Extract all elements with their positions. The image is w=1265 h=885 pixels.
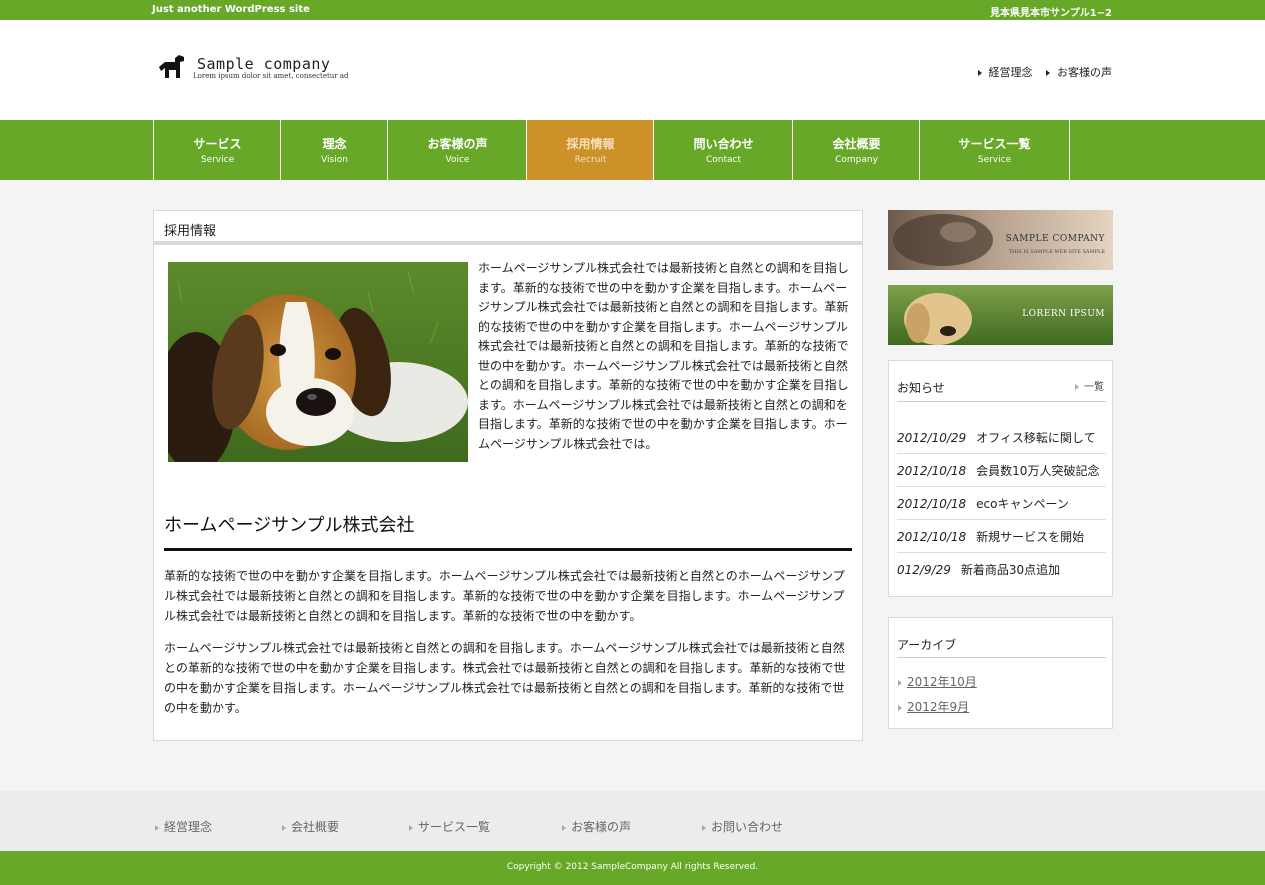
body-paragraph: 革新的な技術で世の中を動かす企業を目指します。ホームページサンプル株式会社では最… xyxy=(164,569,845,623)
header-link-voice[interactable]: お客様の声 xyxy=(1046,66,1112,79)
arrow-right-icon xyxy=(898,704,902,711)
nav-item-service[interactable]: サービス Service xyxy=(153,120,281,180)
intro-text: ホームページサンプル株式会社では最新技術と自然との調和を目指します。革新的な技術… xyxy=(478,261,849,451)
footer-link-contact[interactable]: お問い合わせ xyxy=(702,818,783,835)
nav-item-vision[interactable]: 理念 Vision xyxy=(280,120,388,180)
arrow-right-icon xyxy=(898,679,902,686)
nav-item-service-list[interactable]: サービス一覧 Service xyxy=(919,120,1069,180)
nav-label-en: Recruit xyxy=(574,155,607,165)
arrow-right-icon xyxy=(282,824,286,831)
arrow-right-icon xyxy=(562,824,566,831)
news-item[interactable]: 2012/10/18 ecoキャンペーン xyxy=(897,487,1106,520)
arrow-right-icon xyxy=(1075,384,1079,390)
nav-item-recruit[interactable]: 採用情報 Recruit xyxy=(526,120,654,180)
site-address: 見本県見本市サンプル1−2 xyxy=(990,8,1112,19)
header-links: 経営理念 お客様の声 xyxy=(968,64,1112,80)
nav-label-jp: 問い合わせ xyxy=(693,137,754,151)
header-link-philosophy[interactable]: 経営理念 xyxy=(977,66,1033,79)
site-logo[interactable]: Sample company Lorem ipsum dolor sit ame… xyxy=(157,53,357,83)
archive-title: アーカイブ xyxy=(897,638,957,652)
news-item[interactable]: 2012/10/18 会員数10万人突破記念 xyxy=(897,454,1106,487)
copyright: Copyright © 2012 SampleCompany All right… xyxy=(0,851,1265,885)
nav-label-en: Service xyxy=(977,155,1012,165)
news-title: お知らせ xyxy=(897,381,945,395)
nav-item-company[interactable]: 会社概要 Company xyxy=(792,120,920,180)
footer-link-company[interactable]: 会社概要 xyxy=(282,818,339,835)
nav-label-jp: サービス一覧 xyxy=(958,137,1031,151)
sample-company-banner[interactable]: SAMPLE COMPANY THIS IS SAMPLE WEB SITE S… xyxy=(888,210,1113,270)
news-item[interactable]: 2012/10/18 新規サービスを開始 xyxy=(897,520,1106,553)
nav-label-jp: 採用情報 xyxy=(566,137,615,151)
nav-label-jp: サービス xyxy=(193,137,242,151)
nav-label-en: Contact xyxy=(705,155,741,165)
main-content: 採用情報 ホームページサンプル株式会社では最新技術と自然との調和を目指します。革… xyxy=(153,210,863,741)
arrow-right-icon xyxy=(702,824,706,831)
footer-link-service-list[interactable]: サービス一覧 xyxy=(409,818,490,835)
arrow-right-icon xyxy=(155,824,159,831)
nav-label-en: Service xyxy=(200,155,235,165)
nav-label-jp: お客様の声 xyxy=(427,137,488,151)
nav-item-voice[interactable]: お客様の声 Voice xyxy=(387,120,527,180)
top-bar: Just another WordPress site 見本県見本市サンプル1−… xyxy=(0,0,1265,20)
nav-item-contact[interactable]: 問い合わせ Contact xyxy=(653,120,793,180)
nav-label-en: Voice xyxy=(445,155,470,165)
arrow-right-icon xyxy=(1046,70,1050,76)
news-widget: お知らせ 一覧 2012/10/29 オフィス移転に関して 2012/10/18 会… xyxy=(888,360,1113,597)
nav-label-en: Company xyxy=(835,155,878,165)
news-item[interactable]: 012/9/29 新着商品30点追加 xyxy=(897,553,1106,586)
header: Sample company Lorem ipsum dolor sit ame… xyxy=(0,20,1265,120)
arrow-right-icon xyxy=(409,824,413,831)
banner-title: SAMPLE COMPANY xyxy=(1005,234,1105,244)
banner-title: LORERN IPSUM xyxy=(1022,309,1105,319)
section-heading: ホームページサンプル株式会社 xyxy=(164,511,852,551)
footer-link-philosophy[interactable]: 経営理念 xyxy=(155,818,212,835)
beagle-photo xyxy=(168,262,468,462)
archive-link[interactable]: 2012年9月 xyxy=(898,698,969,715)
divider xyxy=(897,401,1106,402)
footer-link-voice[interactable]: お客様の声 xyxy=(562,818,631,835)
archive-widget: アーカイブ 2012年10月 2012年9月 xyxy=(888,617,1113,729)
dog-logo-icon xyxy=(159,55,184,78)
news-item[interactable]: 2012/10/29 オフィス移転に関して xyxy=(897,421,1106,454)
nav-divider xyxy=(1069,120,1070,180)
nav-label-jp: 理念 xyxy=(322,137,347,151)
banner-subtitle: THIS IS SAMPLE WEB SITE SAMPLE xyxy=(1008,249,1105,255)
body-paragraph: ホームページサンプル株式会社では最新技術と自然との調和を目指します。ホームページ… xyxy=(164,641,846,715)
logo-tagline: Lorem ipsum dolor sit amet, consectetur … xyxy=(193,72,349,80)
page-title: 採用情報 xyxy=(154,211,862,245)
lorem-ipsum-banner[interactable]: LORERN IPSUM xyxy=(888,285,1113,345)
arrow-right-icon xyxy=(977,70,982,76)
nav-label-jp: 会社概要 xyxy=(832,137,881,151)
footer-links: 経営理念 会社概要 サービス一覧 お客様の声 お問い合わせ xyxy=(0,791,1265,851)
nav-label-en: Vision xyxy=(321,155,348,165)
logo-name: Sample company xyxy=(197,55,331,73)
site-tagline: Just another WordPress site xyxy=(152,4,310,15)
archive-link[interactable]: 2012年10月 xyxy=(898,673,977,690)
main-nav: サービス Service 理念 Vision お客様の声 Voice 採用情報 … xyxy=(0,120,1265,180)
news-more-link[interactable]: 一覧 xyxy=(1075,378,1104,393)
divider xyxy=(897,657,1106,658)
